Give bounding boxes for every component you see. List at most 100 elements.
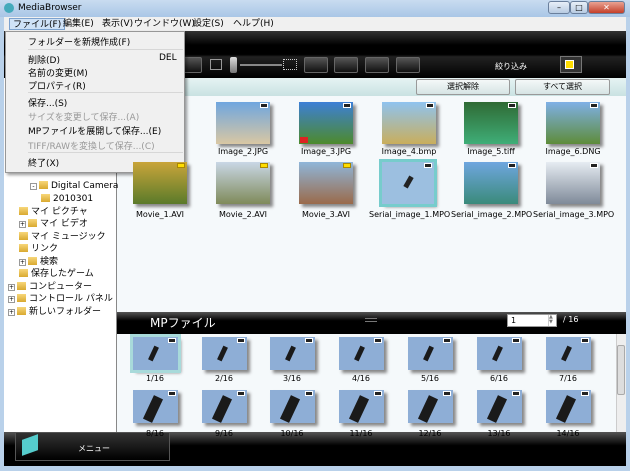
tree-item[interactable]: マイ ミュージック xyxy=(19,231,106,243)
folder-icon xyxy=(28,219,37,227)
expander-icon[interactable]: + xyxy=(19,221,26,228)
still-badge-icon xyxy=(426,103,434,108)
menu-4[interactable]: 設定(S) xyxy=(190,18,227,30)
gps-icon xyxy=(300,137,308,143)
tree-item[interactable]: + 検索 xyxy=(19,256,58,268)
info-button[interactable] xyxy=(304,57,328,73)
mp-badge-icon xyxy=(590,163,598,168)
minimize-button[interactable]: – xyxy=(548,1,570,14)
file-menu-item[interactable]: 削除(D) xyxy=(28,53,60,66)
mp-frame-thumbnail[interactable] xyxy=(408,337,453,370)
still-badge-icon xyxy=(508,103,516,108)
panel-button-2[interactable] xyxy=(396,57,420,73)
file-menu-item[interactable]: 保存...(S) xyxy=(28,96,67,109)
mp-badge-icon xyxy=(443,391,451,396)
file-menu-item[interactable]: MPファイルを展開して保存...(E) xyxy=(28,124,161,137)
mp-badge-icon xyxy=(237,338,245,343)
mp-frame-thumbnail[interactable] xyxy=(130,334,181,373)
mp-file-title: MPファイル xyxy=(150,316,216,330)
file-menu-item[interactable]: プロパティ(R) xyxy=(28,79,86,92)
mp-frame-thumbnail[interactable] xyxy=(133,390,178,423)
zoom-out-icon[interactable] xyxy=(210,59,222,70)
slider-handle[interactable] xyxy=(230,57,237,73)
select-all-button[interactable]: すべて選択 xyxy=(515,79,610,95)
folder-icon xyxy=(19,207,28,215)
tree-item[interactable]: - Digital Camera xyxy=(30,180,118,192)
file-thumbnail[interactable] xyxy=(546,102,600,144)
tree-item-label: 2010301 xyxy=(53,194,94,204)
file-menu-item: サイズを変更して保存...(A) xyxy=(28,113,140,123)
mp-frame-thumbnail[interactable] xyxy=(408,390,453,423)
resize-grip-icon[interactable] xyxy=(365,318,377,322)
expander-icon[interactable]: + xyxy=(19,259,26,266)
bird-image xyxy=(560,345,572,362)
file-thumbnail[interactable] xyxy=(216,162,270,204)
tree-item[interactable]: 保存したゲーム xyxy=(19,268,94,280)
mp-badge-icon xyxy=(237,391,245,396)
file-thumbnail[interactable] xyxy=(382,102,436,144)
file-thumbnail[interactable] xyxy=(379,159,437,207)
file-thumbnail[interactable] xyxy=(546,162,600,204)
folder-icon xyxy=(39,181,48,189)
file-thumbnail[interactable] xyxy=(299,162,353,204)
folder-icon xyxy=(19,232,28,240)
expander-icon[interactable]: + xyxy=(8,284,15,291)
slideshow-button[interactable] xyxy=(334,57,358,73)
tree-item[interactable]: マイ ピクチャ xyxy=(19,206,88,218)
mp-frame-thumbnail[interactable] xyxy=(202,337,247,370)
bird-image xyxy=(422,345,434,362)
mp-frame-thumbnail[interactable] xyxy=(546,337,591,370)
tree-item-label: コンピューター xyxy=(29,282,93,292)
file-thumbnail[interactable] xyxy=(133,162,187,204)
filter-dropdown[interactable] xyxy=(560,56,582,73)
expander-icon[interactable]: + xyxy=(8,309,15,316)
mp-frame-thumbnail[interactable] xyxy=(270,390,315,423)
tree-item[interactable]: + 新しいフォルダー xyxy=(8,306,101,318)
tree-item[interactable]: + コントロール パネル xyxy=(8,293,113,305)
menu-0[interactable]: ファイル(F) xyxy=(9,18,66,30)
file-thumbnail[interactable] xyxy=(299,102,353,144)
mp-frame-thumbnail[interactable] xyxy=(477,337,522,370)
file-thumbnail[interactable] xyxy=(464,102,518,144)
folder-icon xyxy=(17,294,26,302)
mp-frame-thumbnail[interactable] xyxy=(477,390,522,423)
tree-item[interactable]: + コンピューター xyxy=(8,281,92,293)
file-thumbnail[interactable] xyxy=(464,162,518,204)
mp-frame-thumbnail[interactable] xyxy=(270,337,315,370)
mp-badge-icon xyxy=(590,103,598,108)
frame-label: 4/16 xyxy=(352,374,370,383)
menu-1[interactable]: 編集(E) xyxy=(60,18,97,30)
expander-icon[interactable]: - xyxy=(30,183,37,190)
tree-item[interactable]: 2010301 xyxy=(41,193,93,205)
file-menu-item[interactable]: 名前の変更(M) xyxy=(28,66,88,79)
file-menu-item[interactable]: 終了(X) xyxy=(28,156,59,169)
mp-frame-thumbnail[interactable] xyxy=(202,390,247,423)
thumbnail-size-slider[interactable] xyxy=(240,64,282,66)
panel-button-1[interactable] xyxy=(365,57,389,73)
mp-frame-thumbnail[interactable] xyxy=(339,337,384,370)
title-bar xyxy=(0,0,630,17)
page-spinner[interactable]: ▲ ▼ xyxy=(548,315,556,326)
deselect-button[interactable]: 選択解除 xyxy=(416,79,510,95)
mp-frame-thumbnail[interactable] xyxy=(546,390,591,423)
frame-label: 14/16 xyxy=(556,429,580,438)
bird-image xyxy=(403,175,414,189)
zoom-in-icon[interactable] xyxy=(283,59,297,70)
mp-badge-icon xyxy=(374,338,382,343)
tree-item[interactable]: リンク xyxy=(19,243,58,255)
tree-item[interactable]: + マイ ビデオ xyxy=(19,218,88,230)
bird-image xyxy=(491,345,503,362)
tree-item-label: 保存したゲーム xyxy=(31,269,94,279)
close-button[interactable]: ✕ xyxy=(588,1,625,14)
expander-icon[interactable]: + xyxy=(8,296,15,303)
menu-separator xyxy=(28,152,183,153)
maximize-button[interactable]: □ xyxy=(570,1,588,14)
menu-3[interactable]: ウインドウ(W) xyxy=(131,18,198,30)
mp-frame-thumbnail[interactable] xyxy=(339,390,384,423)
scrollbar-thumb[interactable] xyxy=(617,345,625,395)
file-menu-item[interactable]: フォルダーを新規作成(F) xyxy=(28,35,130,48)
menu-5[interactable]: ヘルプ(H) xyxy=(230,18,277,30)
file-thumbnail[interactable] xyxy=(216,102,270,144)
bird-image xyxy=(142,395,164,423)
folder-icon xyxy=(28,257,37,265)
